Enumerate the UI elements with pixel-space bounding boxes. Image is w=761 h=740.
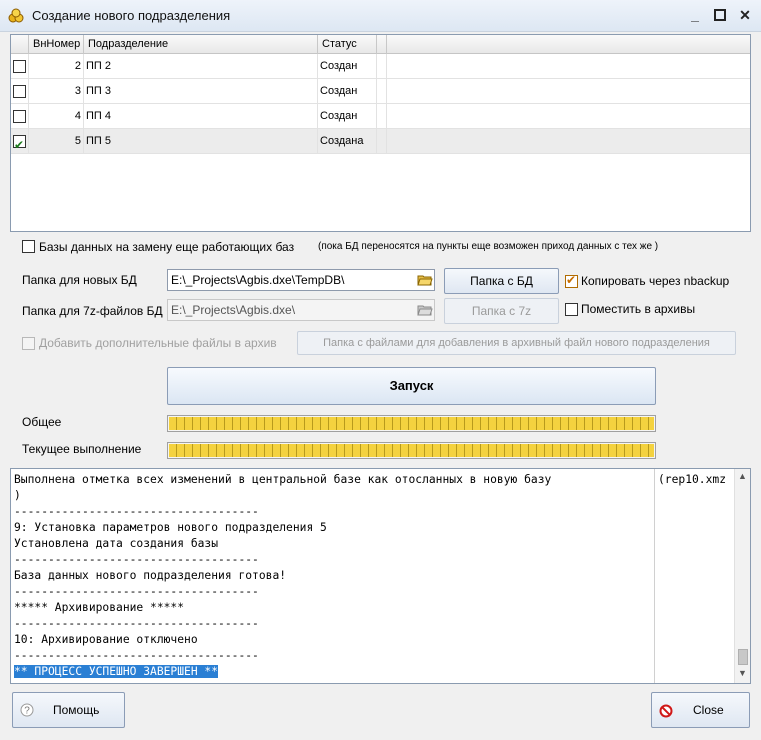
row-name: ПП 4 [84,104,318,128]
log-line: ------------------------------------ [14,553,259,566]
replace-db-note: (пока БД переносятся на пункты еще возмо… [318,241,659,252]
scroll-thumb[interactable] [738,649,748,665]
close-window-icon[interactable]: ✕ [736,6,754,24]
svg-text:?: ? [24,706,30,717]
log-line-highlighted: ** ПРОЦЕСС УСПЕШНО ЗАВЕРШЕН ** [14,664,654,680]
log-scrollbar[interactable]: ▲ ▼ [734,469,750,683]
help-button[interactable]: ? Помощь [12,692,125,728]
folder-db-button[interactable]: Папка с БД [444,268,559,294]
folder-7z-button[interactable]: Папка с 7z [444,298,559,324]
maximize-icon[interactable] [711,6,729,24]
stop-icon [659,704,673,718]
table-row[interactable]: 4 ПП 4 Создан [11,104,750,129]
log-panel[interactable]: Выполнена отметка всех изменений в центр… [10,468,751,684]
row-num: 5 [29,129,84,153]
header-status[interactable]: Статус [318,35,377,54]
help-icon: ? [20,703,34,717]
row-status: Создан [318,54,377,78]
log-line: Установлена дата создания базы [14,537,219,550]
zip-folder-label: Папка для 7z-файлов БД [22,304,163,318]
close-label: Close [693,703,724,717]
table-row[interactable]: 2 ПП 2 Создан [11,54,750,79]
row-checkbox[interactable] [13,60,26,73]
close-button[interactable]: Close [651,692,750,728]
title-bar[interactable]: Создание нового подразделения _ ✕ [0,0,761,32]
row-status: Создана [318,129,377,153]
current-progress-bar [167,442,656,459]
row-checkbox[interactable] [13,133,26,157]
table-row[interactable]: 3 ПП 3 Создан [11,79,750,104]
log-line: ***** Архивирование ***** [14,601,185,614]
folder-open-icon[interactable] [417,273,433,287]
extra-files-button[interactable]: Папка с файлами для добавления в архивны… [297,331,736,355]
header-spacer [377,35,387,54]
scroll-up-icon[interactable]: ▲ [738,471,747,481]
row-status: Создан [318,104,377,128]
table-row[interactable]: 5ПП 5Создана [11,129,750,157]
row-spacer [377,79,387,103]
row-spacer [377,54,387,78]
row-name: ПП 2 [84,54,318,78]
window-title: Создание нового подразделения [32,8,231,23]
copy-nbackup-checkbox[interactable] [565,273,578,288]
log-text[interactable]: Выполнена отметка всех изменений в центр… [14,472,654,680]
row-name: ПП 3 [84,79,318,103]
archive-label: Поместить в архивы [581,302,696,316]
row-check-cell[interactable] [11,54,29,78]
new-db-folder-value: E:\_Projects\Agbis.dxe\TempDB\ [171,273,345,287]
log-highlighted-text: ** ПРОЦЕСС УСПЕШНО ЗАВЕРШЕН ** [14,665,219,678]
log-line: ------------------------------------ [14,649,259,662]
log-line: ------------------------------------ [14,617,259,630]
log-line: База данных нового подразделения готова! [14,569,287,582]
row-check-cell[interactable] [11,104,29,128]
header-num[interactable]: ВнНомер [29,35,84,54]
overall-progress-bar [167,415,656,432]
row-name: ПП 5 [84,129,318,153]
subdivisions-grid[interactable]: ВнНомер Подразделение Статус 2 ПП 2 Создан… [10,34,751,232]
current-progress-label: Текущее выполнение [22,442,142,456]
row-num: 3 [29,79,84,103]
log-line: ------------------------------------ [14,505,259,518]
extra-files-checkbox[interactable] [22,337,35,350]
replace-db-label: Базы данных на замену еще работающих баз [39,240,295,254]
row-check-cell[interactable] [11,129,29,157]
log-line: 9: Установка параметров нового подраздел… [14,521,327,534]
minimize-icon[interactable]: _ [686,6,704,24]
overall-progress-fill [169,417,654,430]
app-icon [8,8,24,23]
replace-db-checkbox[interactable] [22,240,35,253]
run-button[interactable]: Запуск [167,367,656,405]
header-check-column [11,35,29,54]
grid-header: ВнНомер Подразделение Статус [11,35,750,54]
archive-checkbox[interactable] [565,303,578,316]
row-spacer [377,104,387,128]
log-line: ------------------------------------ [14,585,259,598]
row-checkbox[interactable] [13,85,26,98]
row-status: Создан [318,79,377,103]
copy-nbackup-label: Копировать через nbackup [581,274,730,288]
extra-files-label: Добавить дополнительные файлы в архив [39,336,277,350]
folder-icon[interactable] [417,303,433,317]
log-line: ) [14,489,21,502]
row-num: 4 [29,104,84,128]
scroll-down-icon[interactable]: ▼ [738,668,747,678]
zip-folder-value: E:\_Projects\Agbis.dxe\ [171,303,296,317]
new-db-folder-input[interactable]: E:\_Projects\Agbis.dxe\TempDB\ [167,269,435,291]
zip-folder-input[interactable]: E:\_Projects\Agbis.dxe\ [167,299,435,321]
overall-progress-label: Общее [22,415,62,429]
row-check-cell[interactable] [11,79,29,103]
help-label: Помощь [53,703,100,717]
row-checkbox[interactable] [13,110,26,123]
log-overflow-text: (rep10.xmz [654,469,734,683]
row-spacer [377,129,387,153]
log-line: Выполнена отметка всех изменений в центр… [14,473,552,486]
row-num: 2 [29,54,84,78]
header-name[interactable]: Подразделение [84,35,318,54]
log-line: 10: Архивирование отключено [14,633,198,646]
current-progress-fill [169,444,654,457]
new-db-folder-label: Папка для новых БД [22,273,137,287]
